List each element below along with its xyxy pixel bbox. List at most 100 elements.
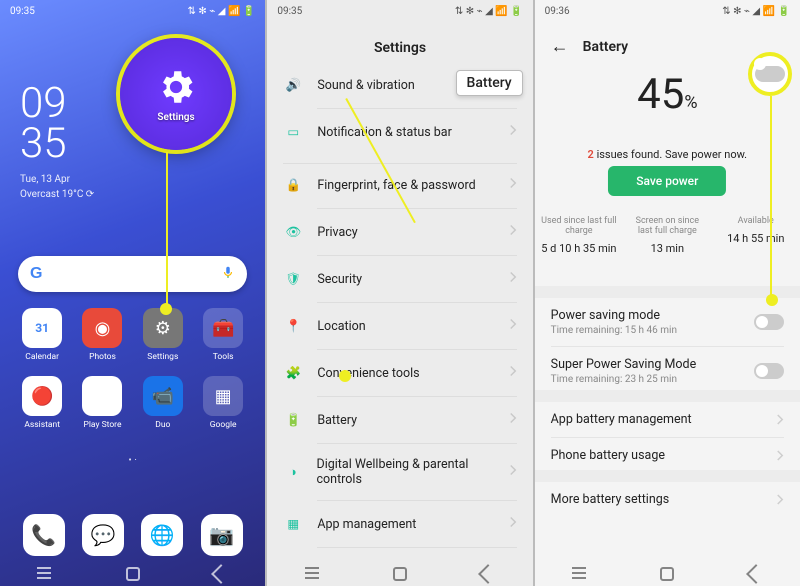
battery-screen: 09:36 ⇅ ✻ ⌁ ◢ 📶 🔋 ← Battery 45% 2 issues… [535,0,800,586]
row-super-power-saving[interactable]: Super Power Saving Mode Time remaining: … [535,347,800,395]
dock: 📞 💬 🌐 📷 [0,514,265,556]
chevron-right-icon [509,271,517,287]
nav-bar [535,562,800,586]
nav-recent[interactable] [572,567,586,581]
app-google-folder[interactable]: ▦Google [193,376,253,430]
mic-icon[interactable] [221,263,235,285]
chevron-right-icon [509,224,517,240]
nav-home[interactable] [660,567,674,581]
toggle-super-power-saving[interactable] [754,363,784,379]
status-icons: ⇅ ✻ ⌁ ◢ 📶 🔋 [188,6,256,17]
battery-more: More battery settings [535,470,800,517]
chevron-right-icon [509,177,517,193]
dock-camera[interactable]: 📷 [201,514,243,556]
page-title: Settings [267,40,532,56]
annotation-highlight-toggle [748,52,792,96]
status-bar: 09:36 ⇅ ✻ ⌁ ◢ 📶 🔋 [535,0,800,22]
annotation-line [770,96,772,296]
app-calendar[interactable]: 31Calendar [12,308,72,362]
apps-icon: ▦ [283,514,303,534]
power-modes: Power saving mode Time remaining: 15 h 4… [535,286,800,395]
status-bar: 09:35 ⇅ ✻ ⌁ ◢ 📶 🔋 [0,0,265,22]
chevron-right-icon [509,516,517,532]
dock-messages[interactable]: 💬 [82,514,124,556]
app-tools[interactable]: 🧰Tools [193,308,253,362]
google-logo: G [30,265,42,283]
sound-icon: 🔊 [283,75,303,95]
status-bar: 09:35 ⇅ ✻ ⌁ ◢ 📶 🔋 [267,0,532,22]
nav-back[interactable] [479,564,499,584]
row-power-saving[interactable]: Power saving mode Time remaining: 15 h 4… [535,298,800,346]
row-privacy[interactable]: 👁Privacy [267,211,532,253]
status-time: 09:35 [277,6,302,17]
date-label: Tue, 13 Apr [20,174,94,185]
tools-icon: 🧩 [283,363,303,383]
app-grid: 31Calendar ◉Photos ⚙Settings 🧰Tools 🔴Ass… [0,308,265,430]
nav-home[interactable] [393,567,407,581]
app-settings[interactable]: ⚙Settings [133,308,193,362]
annotation-dot [160,303,172,315]
shield-icon: 🛡 [283,269,303,289]
chevron-right-icon [776,410,784,429]
row-battery[interactable]: 🔋Battery [267,399,532,441]
row-app-battery-mgmt[interactable]: App battery management [535,402,800,437]
nav-back[interactable] [211,564,231,584]
row-convenience[interactable]: 🧩Convenience tools [267,352,532,394]
settings-app-highlight[interactable]: Settings [120,38,232,150]
annotation-callout: Battery [456,70,523,96]
dock-phone[interactable]: 📞 [23,514,65,556]
nav-back[interactable] [746,564,766,584]
google-search[interactable]: G [18,256,247,292]
toggle-power-saving[interactable] [754,314,784,330]
app-duo[interactable]: 📹Duo [133,376,193,430]
nav-recent[interactable] [305,567,319,581]
clock-hour: 09 [20,84,94,124]
row-location[interactable]: 📍Location [267,305,532,347]
wellbeing-icon: ◑ [283,462,302,482]
annotation-dot [766,294,778,306]
annotation-line [166,152,168,308]
app-assistant[interactable]: 🔴Assistant [12,376,72,430]
battery-links: App battery management Phone battery usa… [535,390,800,473]
page-title: Battery [583,39,628,55]
row-notification[interactable]: ▭Notification & status bar [267,111,532,153]
nav-bar [267,562,532,586]
chevron-right-icon [509,365,517,381]
save-power-button[interactable]: Save power [608,166,726,196]
nav-bar [0,562,265,586]
row-fingerprint[interactable]: 🔒Fingerprint, face & password [267,164,532,206]
stat-used: Used since last full charge5 d 10 h 35 m… [535,216,623,255]
status-icons: ⇅ ✻ ⌁ ◢ 📶 🔋 [455,6,523,17]
row-more-battery[interactable]: More battery settings [535,482,800,517]
back-arrow-icon[interactable]: ← [551,36,569,57]
app-photos[interactable]: ◉Photos [72,308,132,362]
row-app-mgmt[interactable]: ▦App management [267,503,532,545]
status-icons: ⇅ ✻ ⌁ ◢ 📶 🔋 [722,6,790,17]
battery-issues: 2 issues found. Save power now. [535,148,800,161]
stat-screen: Screen on since last full charge13 min [623,216,711,255]
location-icon: 📍 [283,316,303,336]
dock-chrome[interactable]: 🌐 [141,514,183,556]
status-time: 09:36 [545,6,570,17]
notification-icon: ▭ [283,122,303,142]
fingerprint-icon: 🔒 [283,175,303,195]
hero-label: Settings [157,112,194,123]
battery-icon: 🔋 [283,410,303,430]
chevron-right-icon [776,446,784,465]
row-storage[interactable]: 💾Storage [267,550,532,562]
clock-widget: 09 35 Tue, 13 Apr Overcast 19°C ⟳ [20,84,94,200]
status-time: 09:35 [10,6,35,17]
row-wellbeing[interactable]: ◑Digital Wellbeing & parental controls [267,446,532,498]
app-playstore[interactable]: ▶Play Store [72,376,132,430]
chevron-right-icon [509,124,517,140]
toggle-preview [755,66,785,82]
row-security[interactable]: 🛡Security [267,258,532,300]
nav-recent[interactable] [37,567,51,581]
home-screen: 09:35 ⇅ ✻ ⌁ ◢ 📶 🔋 09 35 Tue, 13 Apr Over… [0,0,267,586]
nav-home[interactable] [126,567,140,581]
chevron-right-icon [776,490,784,509]
settings-list[interactable]: 🔊Sound & vibration ▭Notification & statu… [267,64,532,562]
row-phone-battery-usage[interactable]: Phone battery usage [535,438,800,473]
page-indicator: • · [0,455,265,466]
gear-icon [155,66,197,108]
